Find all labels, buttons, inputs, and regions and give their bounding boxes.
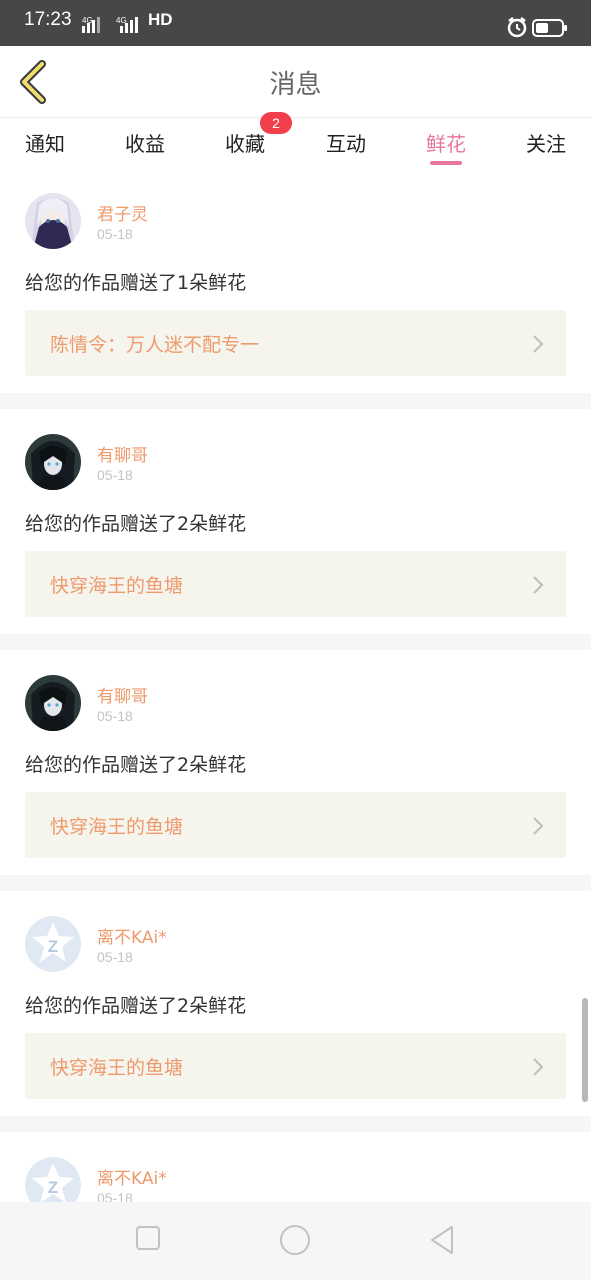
avatar[interactable]	[25, 434, 81, 490]
avatar[interactable]	[25, 193, 81, 249]
chevron-right-icon	[533, 576, 544, 594]
recent-apps-icon[interactable]	[134, 1224, 162, 1252]
username[interactable]: 君子灵	[97, 200, 148, 225]
alarm-icon	[507, 17, 527, 38]
scrollbar[interactable]	[582, 998, 588, 1102]
page-title: 消息	[269, 70, 322, 100]
username[interactable]: 有聊哥	[97, 682, 148, 707]
tab-notice[interactable]: 通知	[10, 128, 80, 157]
divider	[0, 634, 591, 650]
message-text: 给您的作品赠送了2朵鲜花	[25, 995, 247, 1017]
avatar[interactable]: Z	[25, 916, 81, 972]
divider	[0, 875, 591, 891]
list-item: 有聊哥 05-18 给您的作品赠送了2朵鲜花 快穿海王的鱼塘	[0, 409, 591, 634]
chevron-right-icon	[533, 1058, 544, 1076]
divider	[0, 393, 591, 409]
date: 05-18	[97, 1190, 133, 1202]
tab-bar: 通知 收益 收藏 互动 鲜花 关注	[0, 118, 591, 168]
work-title: 陈情令：万人迷不配专一	[50, 334, 260, 356]
work-link[interactable]: 快穿海王的鱼塘	[25, 792, 566, 858]
home-icon[interactable]	[279, 1224, 311, 1256]
message-text: 给您的作品赠送了2朵鲜花	[25, 513, 247, 535]
list-item: 有聊哥 05-18 给您的作品赠送了2朵鲜花 快穿海王的鱼塘	[0, 650, 591, 875]
battery-icon	[532, 19, 567, 37]
avatar[interactable]: Z	[25, 1157, 81, 1202]
status-hd: HD	[148, 10, 173, 29]
favorites-badge: 2	[260, 112, 292, 134]
active-tab-indicator	[430, 161, 462, 165]
work-link[interactable]: 快穿海王的鱼塘	[25, 1033, 566, 1099]
svg-text:Z: Z	[48, 937, 58, 956]
tab-earnings[interactable]: 收益	[110, 128, 180, 157]
username[interactable]: 离不KAi*	[97, 923, 167, 948]
chevron-right-icon	[533, 335, 544, 353]
svg-text:Z: Z	[48, 1178, 58, 1197]
chevron-right-icon	[533, 817, 544, 835]
tab-flowers[interactable]: 鲜花	[411, 128, 481, 157]
divider	[0, 1116, 591, 1132]
work-title: 快穿海王的鱼塘	[50, 575, 184, 597]
work-title: 快穿海王的鱼塘	[50, 1057, 184, 1079]
list-item: Z 离不KAi* 05-18 给您的作品赠送了2朵鲜花 快穿海王的鱼塘	[0, 891, 591, 1116]
status-bar: 17:23 4G 4G HD	[0, 0, 591, 46]
avatar[interactable]	[25, 675, 81, 731]
date: 05-18	[97, 708, 133, 724]
back-triangle-icon[interactable]	[428, 1224, 456, 1256]
system-nav-bar	[0, 1202, 591, 1280]
message-text: 给您的作品赠送了1朵鲜花	[25, 272, 247, 294]
work-link[interactable]: 陈情令：万人迷不配专一	[25, 310, 566, 376]
list-item: 君子灵 05-18 给您的作品赠送了1朵鲜花 陈情令：万人迷不配专一	[0, 168, 591, 393]
username[interactable]: 有聊哥	[97, 441, 148, 466]
tab-interaction[interactable]: 互动	[311, 128, 381, 157]
work-link[interactable]: 快穿海王的鱼塘	[25, 551, 566, 617]
tab-follow[interactable]: 关注	[511, 128, 581, 157]
header: 消息	[0, 46, 591, 118]
signal-icon: 4G 4G	[82, 16, 138, 33]
status-time: 17:23	[24, 9, 72, 30]
work-title: 快穿海王的鱼塘	[50, 816, 184, 838]
message-text: 给您的作品赠送了2朵鲜花	[25, 754, 247, 776]
date: 05-18	[97, 226, 133, 242]
date: 05-18	[97, 949, 133, 965]
list-item: Z 离不KAi* 05-18	[0, 1132, 591, 1202]
date: 05-18	[97, 467, 133, 483]
username[interactable]: 离不KAi*	[97, 1164, 167, 1189]
